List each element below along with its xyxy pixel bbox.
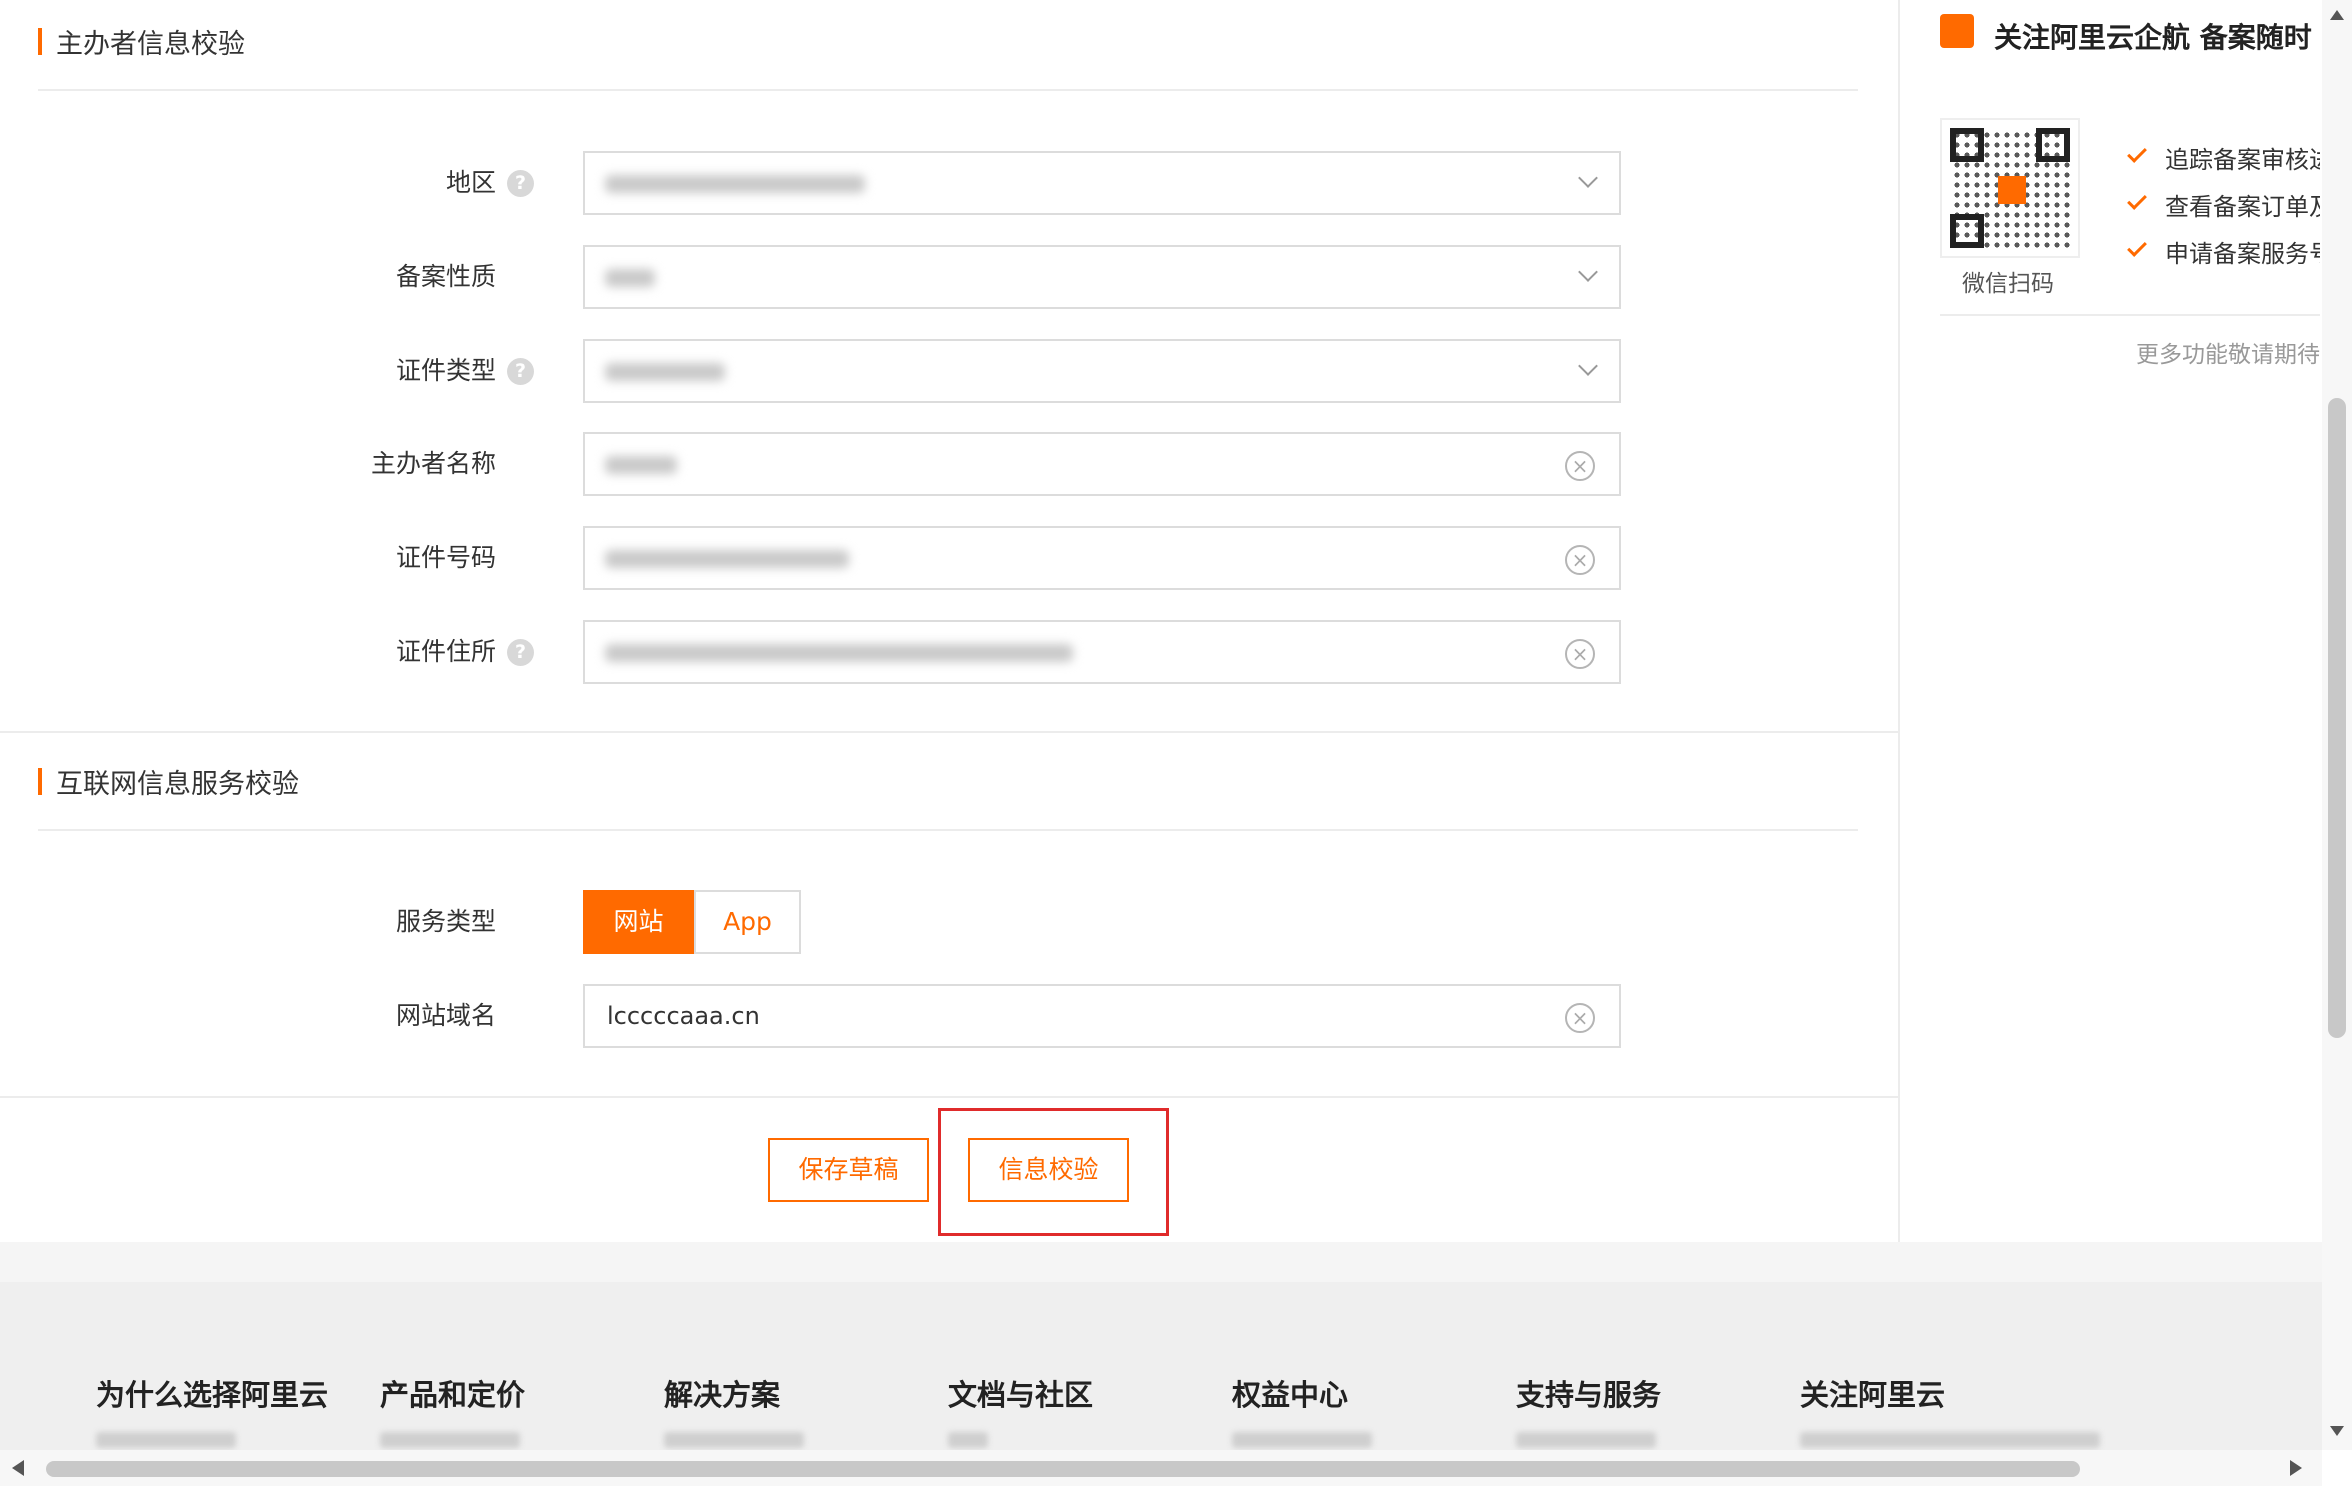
redacted-value	[605, 644, 1073, 662]
footer-link-cutoff	[1232, 1432, 1372, 1448]
section-title-sponsor: 主办者信息校验	[38, 21, 245, 61]
row-cert-number: 证件号码 ×	[0, 526, 1898, 590]
aliyun-qihang-logo-icon	[1940, 14, 1974, 48]
help-circle-icon[interactable]: ?	[507, 639, 534, 666]
service-type-app[interactable]: App	[694, 890, 801, 954]
redacted-value	[605, 175, 865, 193]
service-type-label: 服务类型	[395, 907, 496, 936]
row-service-type: 服务类型 网站 App	[0, 890, 1898, 954]
cert-number-input[interactable]: ×	[583, 526, 1621, 590]
domain-value: lcccccaaa.cn	[607, 1002, 760, 1030]
qr-center-logo	[1998, 176, 2026, 204]
footer-link-cutoff	[1800, 1432, 2100, 1448]
redacted-value	[605, 456, 677, 474]
horizontal-scrollbar[interactable]	[0, 1450, 2322, 1486]
section-title-internet-text: 互联网信息服务校验	[56, 768, 299, 800]
domain-input[interactable]: lcccccaaa.cn ×	[583, 984, 1621, 1048]
redacted-value	[605, 550, 849, 568]
more-features-text: 更多功能敬请期待	[2136, 342, 2320, 368]
section-divider	[0, 1096, 1898, 1098]
scroll-right-arrow-icon[interactable]	[2290, 1460, 2302, 1476]
scroll-up-arrow-icon[interactable]	[2330, 10, 2344, 20]
row-region: 地区 ?	[0, 151, 1898, 215]
row-cert-address: 证件住所 ? ×	[0, 620, 1898, 684]
footer-link-cutoff	[664, 1432, 804, 1448]
qr-finder	[1950, 214, 1984, 248]
scroll-left-arrow-icon[interactable]	[12, 1460, 24, 1476]
footer-link-cutoff	[96, 1432, 236, 1448]
footer-link-cutoff	[948, 1432, 988, 1448]
site-footer: 为什么选择阿里云 产品和定价 解决方案 文档与社区 权益中心 支持与服务 关注阿…	[0, 1282, 2322, 1450]
section-title-sponsor-text: 主办者信息校验	[56, 28, 245, 60]
side-panel-title: 关注阿里云企航 备案随时	[1994, 21, 2312, 54]
footer-col-benefits[interactable]: 权益中心	[1232, 1372, 1348, 1414]
clear-circle-icon[interactable]: ×	[1565, 1003, 1595, 1033]
domain-label: 网站域名	[395, 1001, 496, 1030]
region-select[interactable]	[583, 151, 1621, 215]
qr-finder	[1950, 128, 1984, 162]
qr-label: 微信扫码	[1962, 271, 2054, 297]
chevron-down-icon	[1578, 168, 1598, 188]
sponsor-name-input[interactable]: ×	[583, 432, 1621, 496]
clear-circle-icon[interactable]: ×	[1565, 639, 1595, 669]
check-icon	[2127, 237, 2147, 257]
side-divider	[1940, 314, 2320, 316]
cert-address-label: 证件住所	[395, 637, 496, 666]
help-circle-icon[interactable]: ?	[507, 170, 534, 197]
footer-col-follow[interactable]: 关注阿里云	[1800, 1372, 1945, 1414]
feature-item: 申请备案服务号	[2165, 240, 2320, 268]
cert-number-label: 证件号码	[395, 543, 496, 572]
service-type-toggle: 网站 App	[583, 890, 801, 954]
form-panel: 主办者信息校验 地区 ? 备案性质 证件类型 ? 主办者名称 × 证件号码 × …	[0, 0, 1898, 1242]
row-cert-type: 证件类型 ?	[0, 339, 1898, 403]
footer-col-why-aliyun[interactable]: 为什么选择阿里云	[96, 1372, 328, 1414]
cert-address-input[interactable]: ×	[583, 620, 1621, 684]
footer-col-support[interactable]: 支持与服务	[1516, 1372, 1661, 1414]
region-label: 地区	[445, 168, 496, 197]
section-divider	[38, 89, 1858, 91]
redacted-value	[605, 363, 725, 381]
footer-col-solutions[interactable]: 解决方案	[664, 1372, 780, 1414]
cert-type-label: 证件类型	[395, 356, 496, 385]
help-circle-icon[interactable]: ?	[507, 358, 534, 385]
vertical-scrollbar[interactable]	[2322, 0, 2352, 1450]
clear-circle-icon[interactable]: ×	[1565, 451, 1595, 481]
feature-item: 追踪备案审核进	[2165, 146, 2320, 174]
section-divider	[0, 731, 1898, 733]
save-draft-button[interactable]: 保存草稿	[768, 1138, 929, 1202]
check-icon	[2127, 143, 2147, 163]
section-accent-bar	[38, 27, 42, 55]
footer-col-products[interactable]: 产品和定价	[380, 1372, 525, 1414]
section-title-internet: 互联网信息服务校验	[38, 761, 299, 801]
verify-button-highlight	[938, 1108, 1169, 1236]
redacted-value	[605, 269, 655, 287]
wechat-qr-code	[1940, 118, 2080, 258]
service-type-website[interactable]: 网站	[583, 890, 694, 954]
footer-link-cutoff	[1516, 1432, 1656, 1448]
chevron-down-icon	[1578, 356, 1598, 376]
footer-link-cutoff	[380, 1432, 520, 1448]
cert-type-select[interactable]	[583, 339, 1621, 403]
row-domain: 网站域名 lcccccaaa.cn ×	[0, 984, 1898, 1048]
row-nature: 备案性质	[0, 245, 1898, 309]
section-accent-bar	[38, 767, 42, 795]
nature-label: 备案性质	[395, 262, 496, 291]
nature-select[interactable]	[583, 245, 1621, 309]
vertical-scroll-thumb[interactable]	[2328, 398, 2346, 1038]
feature-item: 查看备案订单及	[2165, 193, 2320, 221]
scroll-down-arrow-icon[interactable]	[2330, 1426, 2344, 1436]
row-sponsor-name: 主办者名称 ×	[0, 432, 1898, 496]
horizontal-scroll-thumb[interactable]	[46, 1461, 2080, 1477]
check-icon	[2127, 190, 2147, 210]
footer-gap	[0, 1242, 2322, 1282]
footer-col-docs[interactable]: 文档与社区	[948, 1372, 1093, 1414]
sponsor-name-label: 主办者名称	[370, 449, 496, 478]
clear-circle-icon[interactable]: ×	[1565, 545, 1595, 575]
section-divider	[38, 829, 1858, 831]
chevron-down-icon	[1578, 262, 1598, 282]
qr-finder	[2036, 128, 2070, 162]
side-panel: 关注阿里云企航 备案随时 微信扫码 追踪备案审核进 查看备案订单及 申请备案服务…	[1900, 0, 2320, 1242]
